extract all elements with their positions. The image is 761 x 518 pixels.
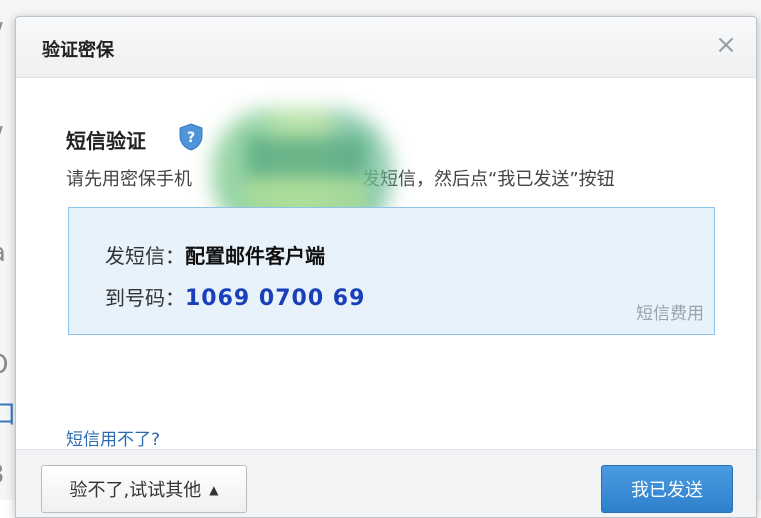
background-glyph: O [0, 352, 8, 378]
sms-info-box: 发短信：配置邮件客户端 到号码：1069 0700 69 短信费用 [68, 207, 715, 335]
svg-text:?: ? [187, 130, 195, 146]
background-glyph: a [0, 240, 6, 266]
to-label: 到号码： [105, 286, 185, 310]
sms-instruction: 请先用密保手机 发短信，然后点“我已发送”按钮 [66, 165, 726, 191]
dialog-header: 验证密保 × [16, 17, 756, 78]
shield-question-icon: ? [178, 123, 204, 151]
instruction-suffix: 发短信，然后点“我已发送”按钮 [362, 169, 615, 190]
try-other-label: 验不了,试试其他 [69, 480, 202, 501]
background-glyph: 口 [0, 400, 17, 430]
sms-number: 1069 0700 69 [185, 286, 366, 311]
dialog-footer: 验不了,试试其他 ▲ 我已发送 [16, 449, 756, 517]
background-glyph: / [0, 20, 3, 46]
try-other-method-button[interactable]: 验不了,试试其他 ▲ [41, 465, 247, 513]
redaction-blur [246, 137, 366, 217]
sms-help-link[interactable]: 短信用不了? [66, 425, 160, 450]
dialog-title: 验证密保 [42, 40, 114, 61]
sms-content-row: 发短信：配置邮件客户端 [105, 240, 325, 269]
background-glyph: 3 [0, 462, 5, 488]
triangle-up-icon: ▲ [209, 483, 219, 497]
close-icon[interactable]: × [712, 31, 740, 59]
sms-verify-title: 短信验证 [66, 129, 146, 153]
instruction-prefix: 请先用密保手机 [66, 169, 192, 190]
verify-security-dialog: 验证密保 × 短信验证 ? 请先用密保手机 发短信，然后点“我已发送”按钮 发短信… [15, 16, 757, 518]
sms-fee-link[interactable]: 短信费用 [636, 299, 704, 324]
background-glyph: / [0, 124, 3, 150]
i-have-sent-button[interactable]: 我已发送 [601, 465, 733, 513]
sms-content: 配置邮件客户端 [185, 244, 325, 268]
sms-number-row: 到号码：1069 0700 69 [105, 282, 365, 311]
send-label: 发短信： [105, 244, 185, 268]
